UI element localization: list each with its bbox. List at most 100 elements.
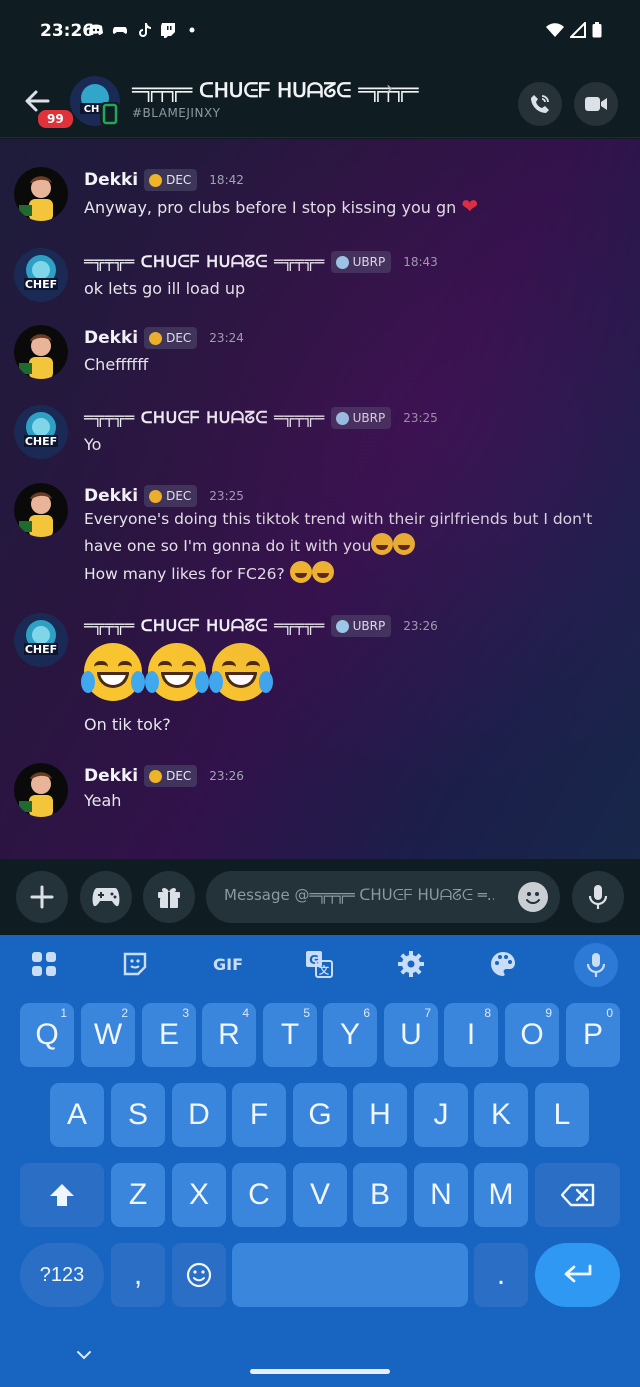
comma-key[interactable]: , (111, 1243, 165, 1307)
activities-button[interactable] (80, 871, 132, 923)
skull-icon (149, 489, 163, 503)
enter-key[interactable] (535, 1243, 620, 1307)
key-b[interactable]: B (353, 1163, 407, 1227)
emoji-key[interactable] (172, 1243, 226, 1307)
message-placeholder: Message @═╦╤╦═ ᑕᕼᑌᕮᖴ ᕼᑌᗩᘔᕮ ═... (224, 886, 494, 904)
avatar[interactable] (14, 325, 68, 379)
key-c[interactable]: C (232, 1163, 286, 1227)
message-list[interactable]: Dekki DEC 18:42 Anyway, pro clubs before… (0, 139, 640, 859)
message-text[interactable]: Yo (84, 431, 629, 458)
author-name[interactable]: Dekki (84, 328, 138, 348)
message-text[interactable]: On tik tok? (84, 711, 629, 738)
space-key[interactable] (232, 1243, 468, 1307)
avatar[interactable] (14, 763, 68, 817)
server-tag[interactable]: DEC (144, 169, 198, 191)
key-u[interactable]: U7 (384, 1003, 438, 1067)
key-t[interactable]: T5 (263, 1003, 317, 1067)
message-text[interactable]: Anyway, pro clubs before I stop kissing … (84, 193, 629, 221)
chevron-right-icon[interactable]: › (386, 78, 393, 99)
author-name[interactable]: Dekki (84, 486, 138, 506)
gift-button[interactable] (143, 871, 195, 923)
shift-arrow-icon (50, 1184, 74, 1206)
voice-call-button[interactable] (518, 82, 562, 126)
message-text[interactable]: Everyone's doing this tiktok trend with … (84, 506, 629, 560)
key-i[interactable]: I8 (444, 1003, 498, 1067)
key-m[interactable]: M (474, 1163, 528, 1227)
key-y[interactable]: Y6 (323, 1003, 377, 1067)
shift-key[interactable] (20, 1163, 104, 1227)
key-d[interactable]: D (172, 1083, 226, 1147)
backspace-key[interactable] (535, 1163, 620, 1227)
sticker-icon[interactable] (120, 949, 150, 979)
server-tag[interactable]: UBRP (330, 251, 392, 273)
shark-icon (335, 619, 349, 633)
gamepad-icon (112, 27, 128, 34)
gif-button[interactable]: GIF (210, 949, 246, 979)
key-l[interactable]: L (535, 1083, 589, 1147)
period-key[interactable]: . (474, 1243, 528, 1307)
message-text[interactable]: Cheffffff (84, 351, 629, 378)
author-name[interactable]: Dekki (84, 170, 138, 190)
plus-icon (30, 885, 54, 909)
key-e[interactable]: E3 (142, 1003, 196, 1067)
avatar[interactable] (14, 167, 68, 221)
author-name[interactable]: ═╦╤╦═ ᑕᕼᑌᕮᖴ ᕼᑌᗩᘔᕮ ═╦╤╦═ (84, 408, 325, 428)
dot-icon (189, 27, 195, 33)
server-tag[interactable]: DEC (144, 327, 198, 349)
key-s[interactable]: S (111, 1083, 165, 1147)
key-n[interactable]: N (414, 1163, 468, 1227)
key-h[interactable]: H (353, 1083, 407, 1147)
key-q[interactable]: Q1 (20, 1003, 74, 1067)
svg-text:CHEF: CHEF (25, 278, 57, 291)
system-icons (546, 22, 602, 38)
gesture-nav-bar[interactable] (250, 1369, 390, 1374)
server-tag[interactable]: UBRP (330, 407, 392, 429)
jumbo-emoji-row[interactable] (81, 643, 276, 701)
author-name[interactable]: ═╦╤╦═ ᑕᕼᑌᕮᖴ ᕼᑌᗩᘔᕮ ═╦╤╦═ (84, 616, 325, 636)
avatar[interactable]: CHEF (14, 248, 68, 302)
key-g[interactable]: G (293, 1083, 347, 1147)
microphone-icon (588, 885, 608, 909)
key-r[interactable]: R4 (202, 1003, 256, 1067)
conversation-name[interactable]: ═╦╤╦═ ᑕᕼᑌᕮᖴ ᕼᑌᗩᘔᕮ ═╦╤╦═ (132, 78, 418, 102)
video-camera-icon (585, 97, 607, 111)
settings-gear-icon[interactable] (396, 949, 426, 979)
symbols-key[interactable]: ?123 (20, 1243, 104, 1307)
message-input[interactable]: Message @═╦╤╦═ ᑕᕼᑌᕮᖴ ᕼᑌᗩᘔᕮ ═... (206, 871, 560, 923)
server-tag[interactable]: DEC (144, 765, 198, 787)
server-tag[interactable]: DEC (144, 485, 198, 507)
key-j[interactable]: J (414, 1083, 468, 1147)
emoji-picker-icon[interactable] (518, 882, 548, 912)
apps-grid-icon[interactable] (29, 949, 59, 979)
timestamp: 23:26 (403, 619, 438, 633)
avatar[interactable]: CHEF (14, 613, 68, 667)
key-z[interactable]: Z (111, 1163, 165, 1227)
crying-laughing-emoji (311, 561, 334, 583)
message-text[interactable]: ok lets go ill load up (84, 275, 629, 302)
server-tag[interactable]: UBRP (330, 615, 392, 637)
shark-icon (335, 411, 349, 425)
key-w[interactable]: W2 (81, 1003, 135, 1067)
key-v[interactable]: V (293, 1163, 347, 1227)
voice-message-button[interactable] (572, 871, 624, 923)
palette-icon[interactable] (488, 949, 518, 979)
message-text[interactable]: Yeah (84, 787, 629, 814)
author-name[interactable]: Dekki (84, 766, 138, 786)
key-a[interactable]: A (50, 1083, 104, 1147)
microphone-icon (586, 953, 606, 977)
key-k[interactable]: K (474, 1083, 528, 1147)
add-attachment-button[interactable] (16, 871, 68, 923)
wifi-icon (546, 23, 564, 37)
message-text[interactable]: How many likes for FC26? (84, 561, 629, 588)
key-p[interactable]: P0 (566, 1003, 620, 1067)
avatar[interactable] (14, 483, 68, 537)
voice-typing-button[interactable] (574, 943, 618, 987)
key-f[interactable]: F (232, 1083, 286, 1147)
key-o[interactable]: O9 (505, 1003, 559, 1067)
avatar[interactable]: CHEF (14, 405, 68, 459)
hide-keyboard-chevron-icon[interactable] (76, 1345, 92, 1364)
translate-icon[interactable]: G文 (304, 949, 334, 979)
video-call-button[interactable] (574, 82, 618, 126)
key-x[interactable]: X (172, 1163, 226, 1227)
author-name[interactable]: ═╦╤╦═ ᑕᕼᑌᕮᖴ ᕼᑌᗩᘔᕮ ═╦╤╦═ (84, 252, 325, 272)
